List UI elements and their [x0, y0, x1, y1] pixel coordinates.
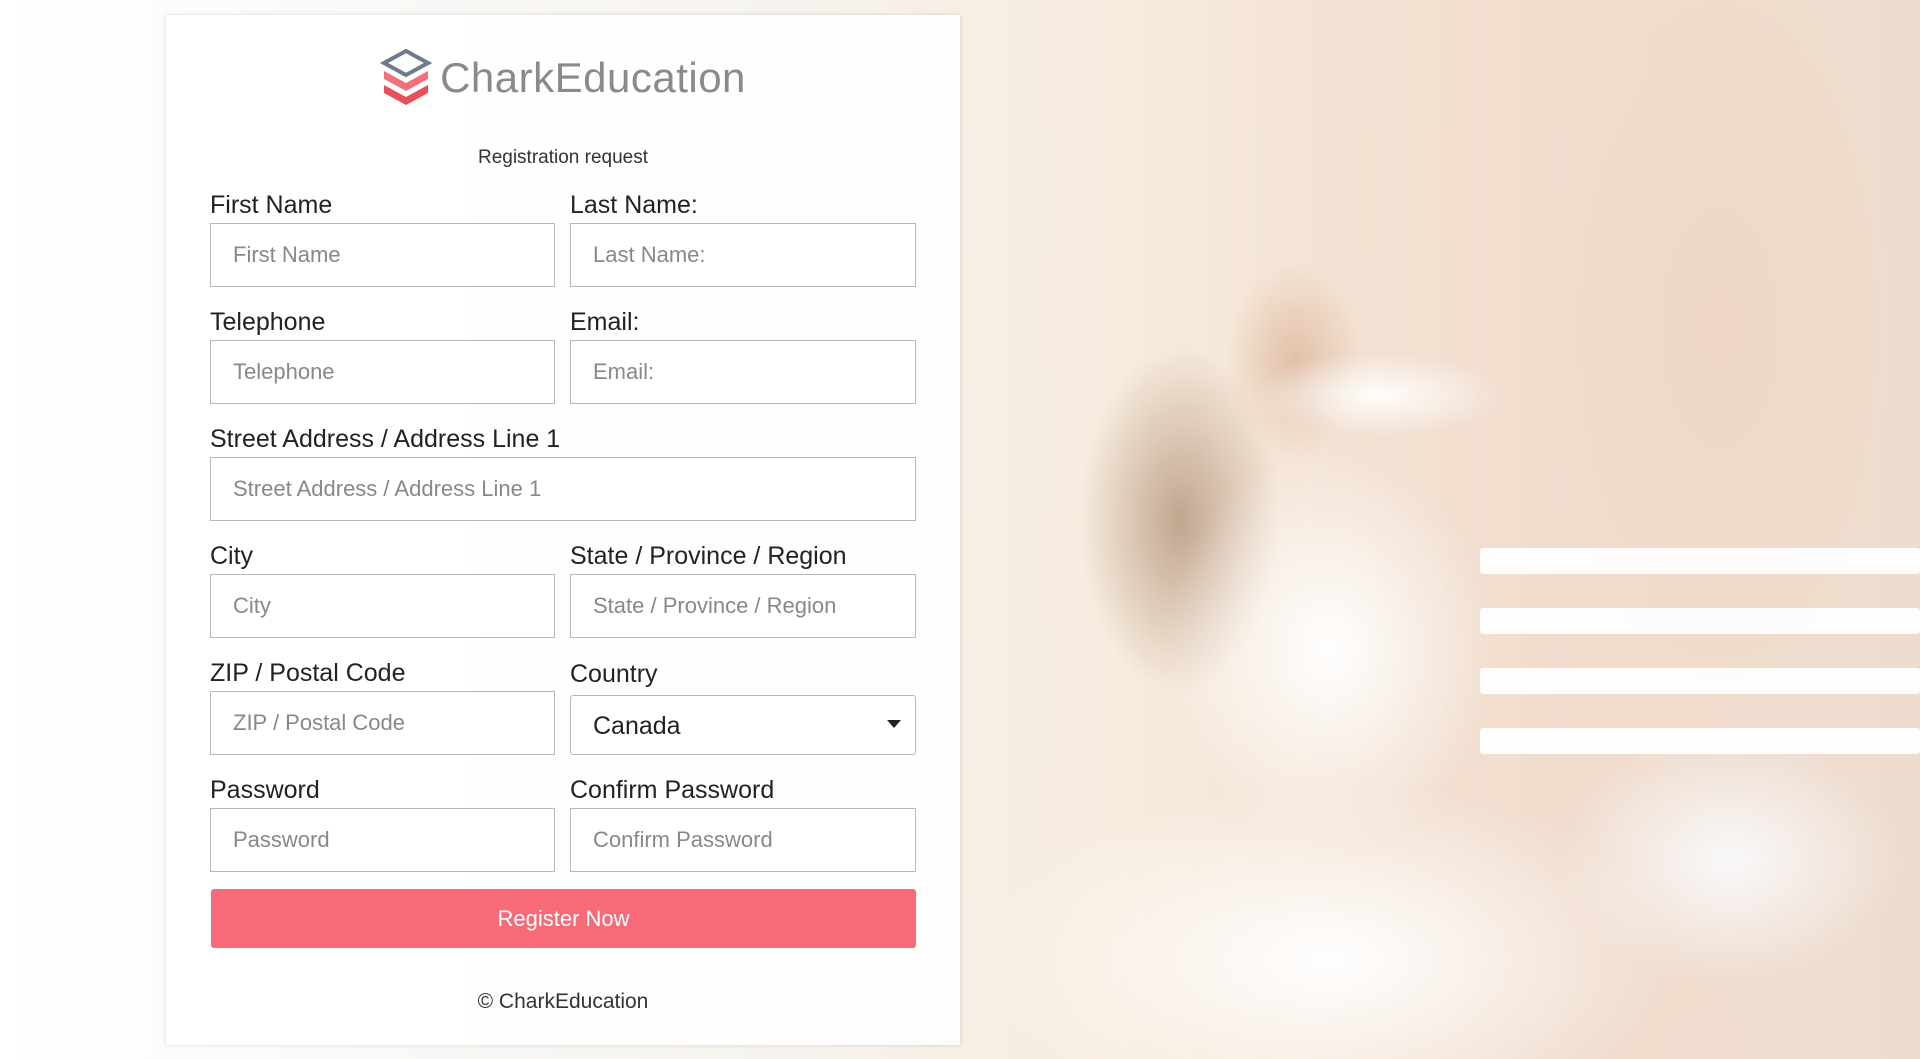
brand-logo: CharkEducation: [166, 49, 960, 107]
country-selected-value: Canada: [593, 712, 681, 740]
form-subtitle: Registration request: [477, 147, 649, 168]
country-label: Country: [570, 660, 658, 688]
password-label: Password: [210, 776, 320, 804]
zip-input[interactable]: [210, 691, 555, 755]
bed-headboard-slat: [1480, 608, 1920, 634]
telephone-input[interactable]: [210, 340, 555, 404]
bed-headboard-slat: [1480, 548, 1920, 574]
confirm-password-label: Confirm Password: [570, 776, 775, 804]
stacked-layers-icon: [380, 49, 433, 107]
last-name-label: Last Name:: [570, 191, 698, 219]
street-address-label: Street Address / Address Line 1: [210, 425, 561, 453]
email-input[interactable]: [570, 340, 916, 404]
confirm-password-input[interactable]: [570, 808, 916, 872]
city-label: City: [210, 542, 254, 570]
country-select[interactable]: Canada: [570, 695, 916, 755]
footer-copyright: © CharkEducation: [477, 990, 649, 1013]
bed-headboard-slat: [1480, 668, 1920, 694]
state-label: State / Province / Region: [570, 542, 847, 570]
password-input[interactable]: [210, 808, 555, 872]
zip-label: ZIP / Postal Code: [210, 659, 406, 687]
last-name-input[interactable]: [570, 223, 916, 287]
first-name-label: First Name: [210, 191, 333, 219]
email-label: Email:: [570, 308, 640, 336]
telephone-label: Telephone: [210, 308, 326, 336]
city-input[interactable]: [210, 574, 555, 638]
brand-name: CharkEducation: [440, 54, 746, 101]
chevron-down-icon: [887, 720, 901, 728]
registration-card: CharkEducation Registration request Firs…: [166, 15, 960, 1045]
street-address-input[interactable]: [210, 457, 916, 521]
first-name-input[interactable]: [210, 223, 555, 287]
register-now-button[interactable]: Register Now: [211, 889, 916, 948]
state-input[interactable]: [570, 574, 916, 638]
bed-headboard-slat: [1480, 728, 1920, 754]
